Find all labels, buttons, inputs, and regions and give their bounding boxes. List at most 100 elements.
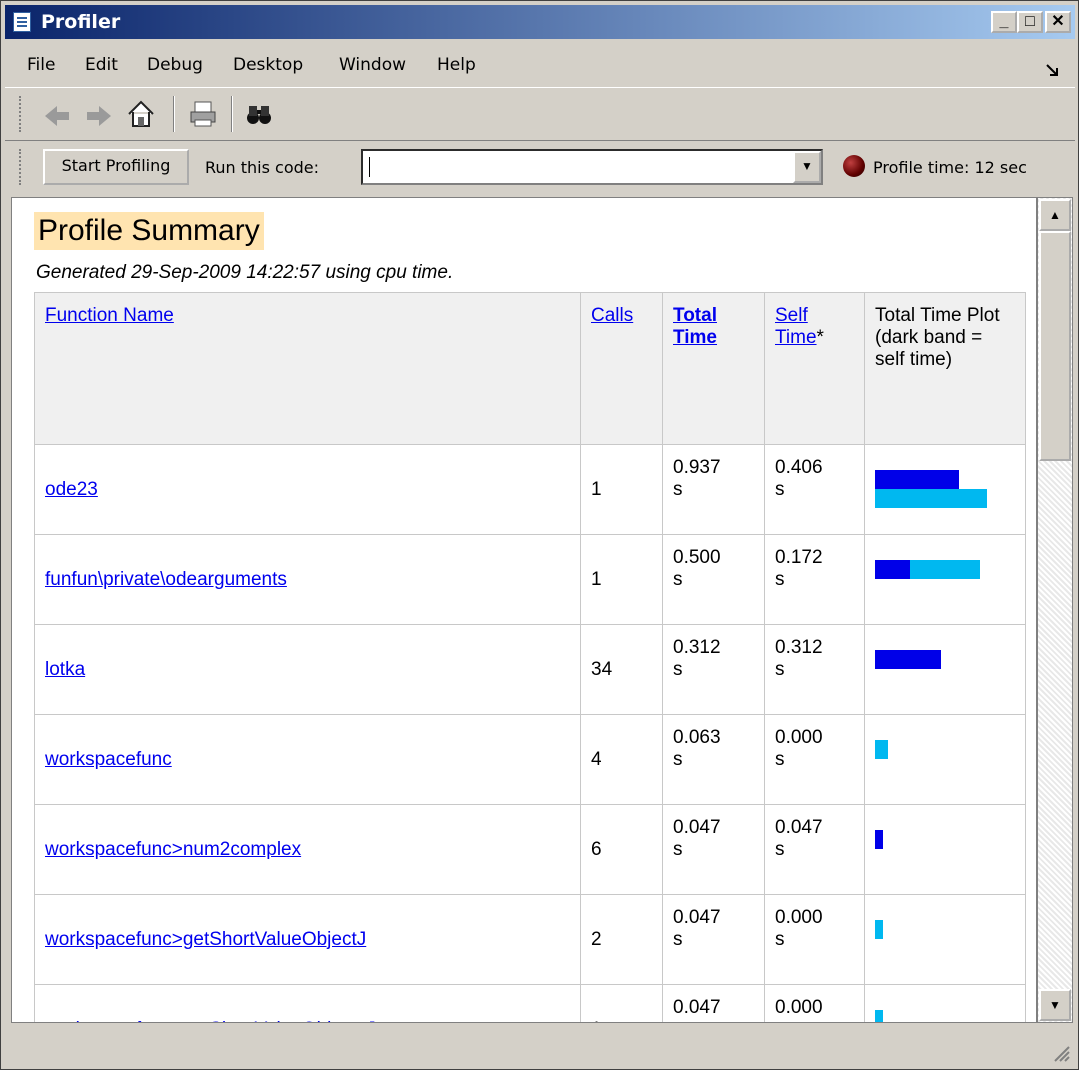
total-time-bar (875, 488, 987, 508)
calls-cell: 34 (580, 624, 663, 715)
profiler-app-icon (13, 12, 31, 32)
total-time-cell: 0.937 s (662, 444, 765, 535)
scrollbar-thumb[interactable] (1039, 231, 1071, 461)
total-time-bar (910, 559, 980, 579)
function-link[interactable]: workspacefunc (45, 749, 172, 770)
scroll-up-arrow-icon[interactable]: ▲ (1039, 199, 1071, 231)
menu-edit[interactable]: Edit (85, 55, 118, 75)
run-code-combobox[interactable]: ▼ (361, 149, 823, 185)
self-time-cell: 0.000s (764, 984, 865, 1022)
self-time-cell: 0.000s (764, 714, 865, 805)
runbar-grip[interactable] (19, 149, 25, 185)
table-row: lotka 34 0.312 s 0.312 s (34, 624, 1026, 715)
header-total-time-plot: Total Time Plot (dark band = self time) (864, 292, 1026, 445)
calls-sort-link[interactable]: Calls (591, 305, 633, 326)
header-function-name[interactable]: Function Name (34, 292, 581, 445)
scroll-down-arrow-icon[interactable]: ▼ (1039, 989, 1071, 1021)
calls-cell: 6 (580, 804, 663, 895)
toolbar-grip[interactable] (19, 96, 25, 132)
function-link[interactable]: workspacefunc>getShortValueObjectsJ (45, 1019, 376, 1023)
self-time-bar (875, 559, 910, 579)
print-icon[interactable] (187, 98, 219, 130)
toolbar (5, 87, 1075, 141)
header-calls[interactable]: Calls (580, 292, 663, 445)
menu-bar: File Edit Debug Desktop Window Help (5, 49, 1075, 83)
calls-cell: 1 (580, 444, 663, 535)
status-bar (5, 1027, 1075, 1067)
time-plot (875, 649, 1015, 690)
forward-arrow-icon[interactable] (83, 100, 115, 132)
calls-cell: 1 (580, 984, 663, 1022)
vertical-scrollbar[interactable]: ▲ ▼ (1037, 197, 1073, 1023)
total-time-sort-link[interactable]: Total Time (673, 305, 717, 348)
self-time-bar (875, 469, 959, 489)
function-name-cell: workspacefunc (34, 714, 581, 805)
start-profiling-button[interactable]: Start Profiling (43, 149, 189, 185)
total-time-bar (875, 919, 883, 939)
toolbar-separator-2 (231, 96, 233, 132)
time-plot (875, 469, 1015, 510)
maximize-button[interactable]: □ (1017, 11, 1043, 33)
run-code-label: Run this code: (205, 158, 320, 177)
self-time-sort-link[interactable]: Self Time (775, 305, 817, 348)
time-plot (875, 1009, 1015, 1022)
total-time-bar (875, 739, 888, 759)
resize-grip-icon[interactable] (1051, 1043, 1071, 1063)
text-cursor (369, 157, 370, 177)
profile-status-indicator-icon (843, 155, 865, 177)
calls-cell: 2 (580, 894, 663, 985)
function-link[interactable]: workspacefunc>getShortValueObjectJ (45, 929, 366, 950)
menu-desktop[interactable]: Desktop (233, 55, 303, 75)
undock-arrow-icon[interactable] (1045, 63, 1059, 77)
function-name-cell: workspacefunc>getShortValueObjectsJ (34, 984, 581, 1023)
total-time-cell: 0.312 s (662, 624, 765, 715)
chevron-down-icon[interactable]: ▼ (793, 151, 821, 183)
menu-file[interactable]: File (27, 55, 55, 75)
total-time-bar (875, 1009, 883, 1022)
close-button[interactable]: ✕ (1045, 11, 1071, 33)
time-plot-cell (864, 804, 1026, 895)
function-link[interactable]: lotka (45, 659, 85, 680)
table-row: workspacefunc>getShortValueObjectJ 2 0.047… (34, 894, 1026, 985)
self-time-cell: 0.172 s (764, 534, 865, 625)
menu-help[interactable]: Help (437, 55, 476, 75)
self-time-cell: 0.406 s (764, 444, 865, 535)
total-time-cell: 0.500 s (662, 534, 765, 625)
menu-window[interactable]: Window (339, 55, 406, 75)
table-header-row: Function Name Calls Total Time Self Time* … (34, 292, 1026, 445)
profiler-window: Profiler _ □ ✕ File Edit Debug Desktop W… (0, 0, 1079, 1070)
self-time-bar (875, 829, 883, 849)
minimize-button[interactable]: _ (991, 11, 1017, 33)
function-link[interactable]: ode23 (45, 479, 98, 500)
function-name-cell: funfun\private\odearguments (34, 534, 581, 625)
total-time-cell: 0.063 s (662, 714, 765, 805)
profile-table: Function Name Calls Total Time Self Time* … (34, 292, 1026, 1023)
function-name-cell: workspacefunc>getShortValueObjectJ (34, 894, 581, 985)
time-plot (875, 559, 1015, 600)
table-row: funfun\private\odearguments 1 0.500 s 0.172 s (34, 534, 1026, 625)
table-row: workspacefunc 4 0.063 s 0.000 s (34, 714, 1026, 805)
profile-content-pane[interactable]: Profile Summary Generated 29-Sep-2009 14… (11, 197, 1037, 1023)
self-time-cell: 0.312 s (764, 624, 865, 715)
table-row: ode23 1 0.937 s 0.406 s (34, 444, 1026, 535)
function-name-cell: lotka (34, 624, 581, 715)
total-time-cell: 0.047s (662, 984, 765, 1022)
menu-debug[interactable]: Debug (147, 55, 203, 75)
home-icon[interactable] (125, 98, 157, 130)
table-row: workspacefunc>num2complex 6 0.047 s 0.047 s (34, 804, 1026, 895)
function-link[interactable]: workspacefunc>num2complex (45, 839, 301, 860)
time-plot-cell (864, 714, 1026, 805)
total-time-cell: 0.047s (662, 894, 765, 985)
function-name-cell: workspacefunc>num2complex (34, 804, 581, 895)
title-bar[interactable]: Profiler _ □ ✕ (5, 5, 1075, 39)
header-self-time[interactable]: Self Time* (764, 292, 865, 445)
self-time-cell: 0.047 s (764, 804, 865, 895)
self-time-bar (875, 649, 941, 669)
header-total-time[interactable]: Total Time (662, 292, 765, 445)
calls-cell: 1 (580, 534, 663, 625)
generated-info: Generated 29-Sep-2009 14:22:57 using cpu… (36, 262, 454, 283)
function-name-sort-link[interactable]: Function Name (45, 305, 174, 326)
back-arrow-icon[interactable] (41, 100, 73, 132)
find-binoculars-icon[interactable] (243, 98, 275, 130)
function-link[interactable]: funfun\private\odearguments (45, 569, 287, 590)
